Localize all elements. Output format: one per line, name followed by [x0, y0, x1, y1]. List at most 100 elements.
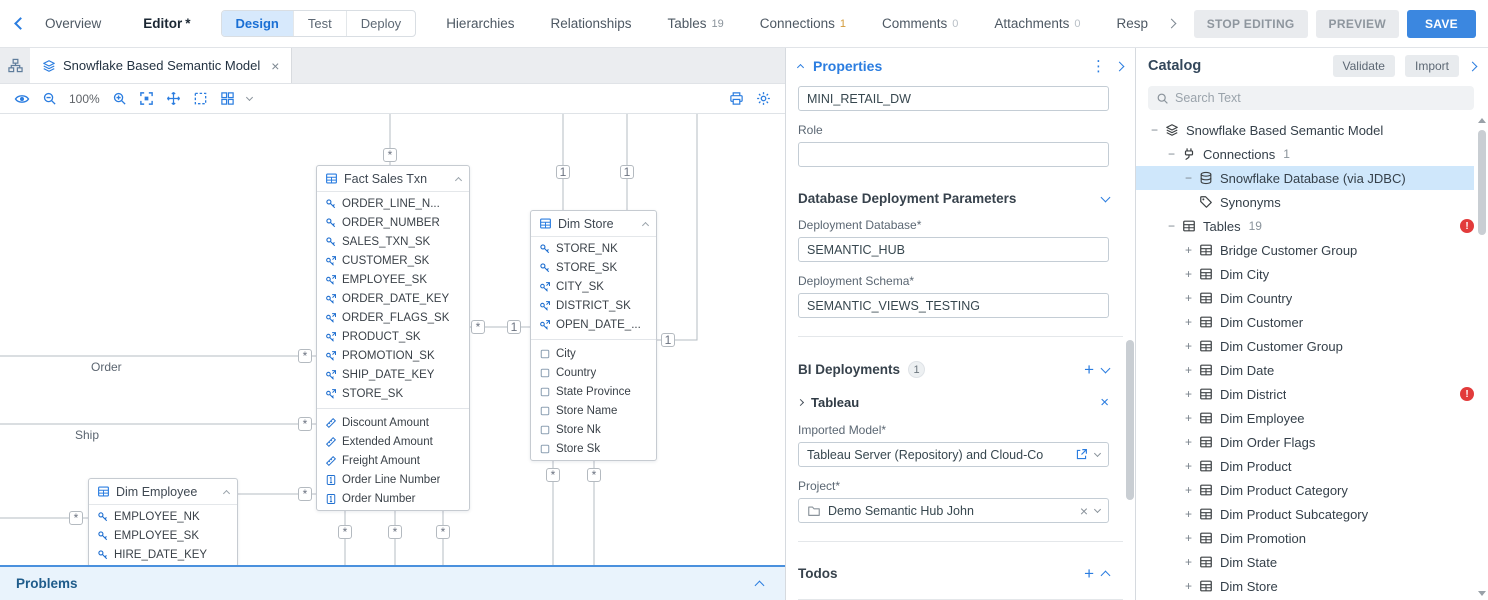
mode-tab[interactable]: Test [293, 11, 346, 36]
table-field[interactable]: CUSTOMER_SK [317, 251, 469, 270]
project-select[interactable]: Demo Semantic Hub John × [798, 498, 1109, 523]
tree-expander-icon[interactable]: + [1182, 459, 1195, 473]
save-button[interactable]: SAVE [1407, 10, 1476, 38]
tree-expander-icon[interactable]: + [1182, 339, 1195, 353]
collapse-table-icon[interactable] [455, 176, 462, 183]
visibility-icon[interactable] [14, 91, 30, 107]
nav-item[interactable]: Tables19 [668, 16, 724, 31]
clear-project-icon[interactable]: × [1080, 503, 1088, 519]
diagram-mode-icon[interactable] [0, 48, 30, 83]
table-field[interactable]: OPEN_DATE_... [531, 315, 656, 334]
collapse-bi-deployments-icon[interactable] [1101, 363, 1111, 373]
table-field[interactable]: Order Number [317, 489, 469, 508]
tree-expander-icon[interactable]: − [1165, 219, 1178, 233]
bi-deployments-section[interactable]: BI Deployments 1 + [798, 361, 1109, 378]
diagram-canvas[interactable]: OrderShip *111*1********* Fact Sales Txn [0, 114, 785, 565]
tree-expander-icon[interactable]: + [1182, 315, 1195, 329]
diagram-table[interactable]: Dim Employee EMPLOYEE_NK [88, 478, 238, 565]
collapse-todos-icon[interactable] [1101, 570, 1111, 580]
scroll-up-icon[interactable] [1478, 118, 1486, 123]
scrollbar-thumb[interactable] [1478, 130, 1486, 235]
collapse-catalog-icon[interactable] [1468, 61, 1478, 71]
table-field[interactable]: Store Nk [531, 420, 656, 439]
search-input[interactable] [1175, 91, 1466, 105]
auto-layout-icon[interactable] [220, 91, 235, 106]
tree-item[interactable]: + Dim State [1136, 550, 1474, 574]
tree-item[interactable]: + Dim District ! [1136, 382, 1474, 406]
catalog-search[interactable] [1148, 86, 1474, 110]
tree-item[interactable]: + Dim Customer Group [1136, 334, 1474, 358]
tree-item[interactable]: + Dim Product Subcategory [1136, 502, 1474, 526]
nav-item[interactable]: Comments0 [882, 16, 958, 31]
tree-expander-icon[interactable]: + [1182, 363, 1195, 377]
deployment-database-field[interactable] [798, 237, 1109, 262]
toolbar-more-icon[interactable] [246, 93, 253, 100]
collapse-db-deployment-icon[interactable] [1101, 192, 1111, 202]
table-field[interactable]: ORDER_FLAGS_SK [317, 308, 469, 327]
deployment-schema-field[interactable] [798, 293, 1109, 318]
tree-expander-icon[interactable]: + [1182, 579, 1195, 593]
table-header[interactable]: Dim Employee [89, 479, 237, 505]
table-field[interactable]: ORDER_DATE_KEY [317, 289, 469, 308]
collapse-panel-right-icon[interactable] [1115, 61, 1125, 71]
table-field[interactable]: Store Sk [531, 439, 656, 458]
table-field[interactable]: SALES_TXN_SK [317, 232, 469, 251]
preview-button[interactable]: PREVIEW [1316, 10, 1399, 38]
table-field[interactable]: SHIP_DATE_KEY [317, 365, 469, 384]
diagram-table[interactable]: Dim Store STORE_NK [530, 210, 657, 461]
tree-item[interactable]: + Dim Order Flags [1136, 430, 1474, 454]
import-button[interactable]: Import [1405, 55, 1459, 77]
table-field[interactable]: STORE_SK [317, 384, 469, 403]
fit-screen-icon[interactable] [139, 91, 154, 106]
tree-item[interactable]: + Dim Store [1136, 574, 1474, 598]
table-field[interactable]: State Province [531, 382, 656, 401]
remove-bi-deployment-icon[interactable]: × [1100, 394, 1109, 411]
table-field[interactable]: EMPLOYEE_NK [89, 507, 237, 526]
tree-expander-icon[interactable]: + [1182, 243, 1195, 257]
table-field[interactable]: DISTRICT_SK [531, 296, 656, 315]
add-bi-deployment-icon[interactable]: + [1084, 363, 1094, 377]
tree-expander-icon[interactable]: + [1182, 291, 1195, 305]
role-field[interactable] [798, 142, 1109, 167]
tree-expander-icon[interactable]: + [1182, 435, 1195, 449]
back-icon[interactable] [14, 17, 27, 30]
tree-item[interactable]: + Dim Customer [1136, 310, 1474, 334]
document-tab[interactable]: Snowflake Based Semantic Model × [30, 48, 292, 83]
table-field[interactable]: CITY_SK [531, 277, 656, 296]
table-field[interactable]: City [531, 344, 656, 363]
table-field[interactable]: Country [531, 363, 656, 382]
table-header[interactable]: Dim Store [531, 211, 656, 237]
scrollbar-thumb[interactable] [1126, 340, 1134, 500]
external-link-icon[interactable] [1075, 448, 1088, 461]
table-field[interactable]: Store Name [531, 401, 656, 420]
collapse-problems-icon[interactable] [755, 580, 765, 590]
table-field[interactable]: PROMOTION_SK [317, 346, 469, 365]
expand-tableau-icon[interactable] [797, 399, 804, 406]
nav-editor[interactable]: Editor* [143, 16, 190, 31]
nav-item[interactable]: Hierarchies [446, 16, 514, 31]
tree-expander-icon[interactable]: + [1182, 531, 1195, 545]
tree-item[interactable]: + Dim City [1136, 262, 1474, 286]
table-field[interactable]: Discount Amount [317, 413, 469, 432]
tree-item[interactable]: − Snowflake Database (via JDBC) [1136, 166, 1474, 190]
tree-item[interactable]: − Tables 19 ! [1136, 214, 1474, 238]
imported-model-dropdown-icon[interactable] [1094, 449, 1101, 456]
validate-button[interactable]: Validate [1333, 55, 1395, 77]
collapse-table-icon[interactable] [642, 221, 649, 228]
problems-bar[interactable]: Problems [0, 565, 785, 600]
tree-expander-icon[interactable]: + [1182, 555, 1195, 569]
properties-scrollbar[interactable] [1126, 84, 1134, 598]
tree-item[interactable]: Synonyms [1136, 190, 1474, 214]
catalog-scrollbar[interactable] [1477, 118, 1487, 598]
zoom-in-icon[interactable] [112, 91, 127, 106]
tree-expander-icon[interactable]: + [1182, 267, 1195, 281]
mode-tab[interactable]: Design [222, 11, 293, 36]
tree-expander-icon[interactable]: + [1182, 411, 1195, 425]
tree-expander-icon[interactable]: + [1182, 507, 1195, 521]
table-field[interactable]: ORDER_LINE_N... [317, 194, 469, 213]
tree-expander-icon[interactable]: − [1182, 171, 1195, 185]
todos-section[interactable]: Todos + [798, 566, 1109, 581]
table-field[interactable]: ORDER_NUMBER [317, 213, 469, 232]
bi-deployment-item[interactable]: Tableau × [798, 394, 1109, 411]
tree-item[interactable]: + Bridge Customer Group [1136, 238, 1474, 262]
